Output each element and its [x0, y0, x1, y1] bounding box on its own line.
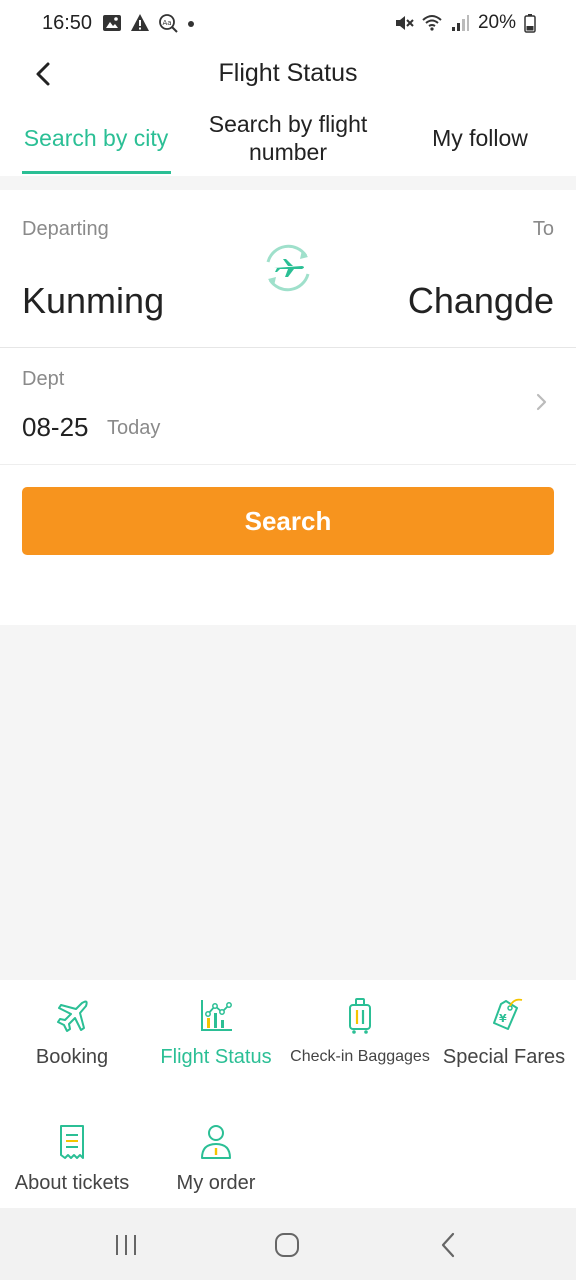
signal-icon [451, 15, 469, 31]
app-header: Flight Status [0, 48, 576, 100]
svg-text:¥: ¥ [499, 1012, 507, 1025]
battery-icon [524, 14, 536, 33]
tab-search-by-city[interactable]: Search by city [16, 100, 176, 176]
departing-label: Departing [22, 218, 109, 240]
menu-item-check-in-baggages[interactable]: Check-in Baggages [288, 996, 432, 1066]
service-menu: Booking Flight Status Check-in Baggages … [0, 980, 576, 1208]
dot-icon [188, 21, 194, 27]
battery-percent: 20% [477, 12, 516, 33]
menu-item-special-fares[interactable]: ¥ Special Fares [432, 996, 576, 1069]
svg-text:Aa: Aa [163, 19, 172, 27]
menu-label-about-tickets: About tickets [14, 1172, 130, 1194]
system-nav-bar [0, 1208, 576, 1280]
menu-item-about-tickets[interactable]: About tickets [0, 1122, 144, 1195]
departure-city[interactable]: Kunming [22, 280, 164, 322]
mute-icon [395, 16, 414, 30]
wifi-icon [422, 15, 442, 31]
plane-icon [57, 1000, 88, 1032]
tab-my-follow[interactable]: My follow [400, 100, 560, 176]
page-title: Flight Status [218, 59, 358, 87]
image-icon [103, 15, 121, 31]
dept-label: Dept [22, 368, 65, 390]
departure-date-row[interactable]: Dept 08-25 Today [0, 348, 576, 465]
plane-swap-icon[interactable] [258, 238, 318, 298]
price-tag-icon: ¥ [493, 998, 523, 1030]
tab-search-by-flight-number[interactable]: Search by flight number [196, 100, 380, 176]
arrival-city[interactable]: Changde [408, 280, 554, 322]
menu-item-flight-status[interactable]: Flight Status [144, 996, 288, 1069]
luggage-icon [349, 998, 371, 1034]
active-tab-indicator [22, 171, 171, 174]
person-icon [201, 1125, 231, 1159]
home-icon[interactable] [272, 1230, 302, 1260]
search-text-icon: Aa [159, 14, 178, 33]
section-gap [0, 176, 576, 190]
status-time: 16:50 [42, 12, 93, 34]
menu-item-my-order[interactable]: My order [144, 1122, 288, 1195]
recents-icon[interactable] [111, 1230, 141, 1260]
search-tabs: Search by city Search by flight number M… [0, 100, 576, 176]
search-area: Search [0, 465, 576, 625]
menu-item-booking[interactable]: Booking [0, 996, 144, 1069]
menu-label-booking: Booking [35, 1046, 109, 1068]
search-button[interactable]: Search [22, 487, 554, 555]
menu-label-my-order: My order [176, 1172, 256, 1194]
menu-label-check-in-baggages: Check-in Baggages [290, 1048, 430, 1065]
menu-label-special-fares: Special Fares [442, 1046, 566, 1068]
chart-icon [201, 1000, 232, 1031]
menu-label-flight-status: Flight Status [160, 1046, 272, 1068]
date-day: Today [107, 417, 161, 439]
status-icons-left: Aa [102, 13, 196, 33]
back-icon[interactable] [434, 1230, 464, 1260]
warning-icon [131, 14, 149, 31]
status-icons-right: 20% [394, 12, 536, 34]
receipt-icon [60, 1125, 84, 1159]
date-value: 08-25 [22, 412, 89, 442]
chevron-right-icon [536, 393, 547, 411]
route-selector: Departing To Kunming Changde [0, 190, 576, 348]
to-label: To [532, 218, 554, 240]
status-bar: 16:50 Aa 20% [0, 0, 576, 48]
